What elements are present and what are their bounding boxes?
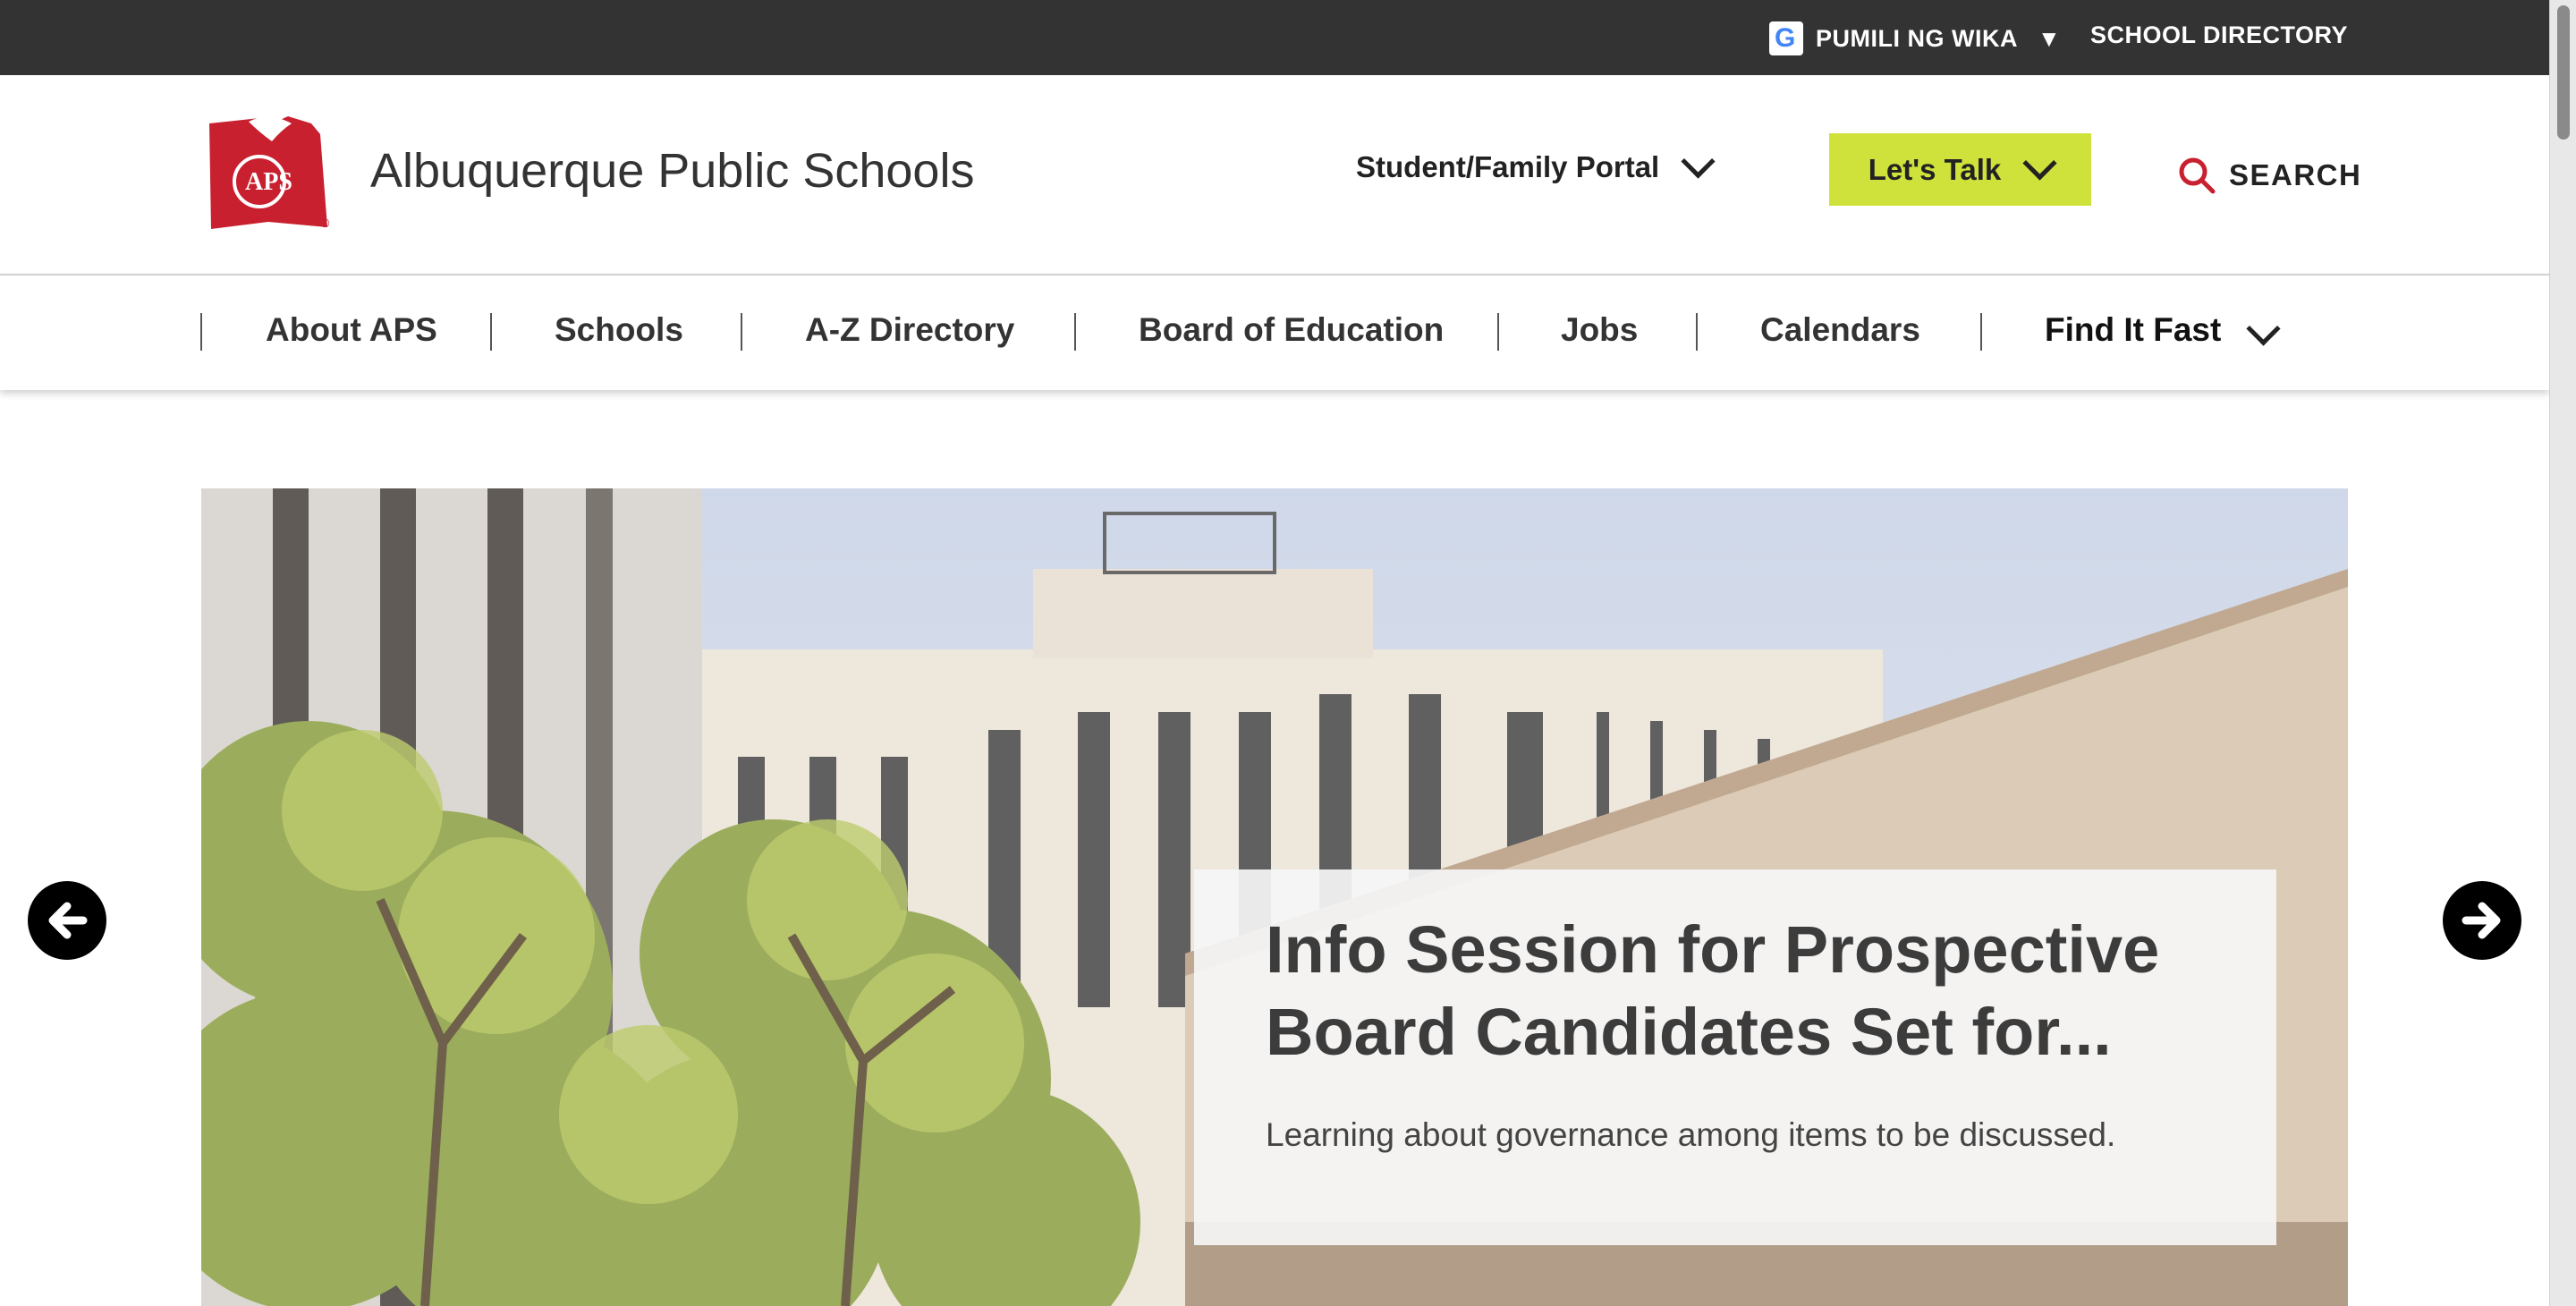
nav-separator <box>1696 313 1698 351</box>
nav-a-z-directory[interactable]: A-Z Directory <box>805 311 1014 349</box>
search-icon <box>2179 157 2216 194</box>
nav-separator <box>1497 313 1499 351</box>
portal-dropdown[interactable]: Student/Family Portal <box>1356 143 1716 184</box>
nav-separator <box>490 313 492 351</box>
nav-calendars[interactable]: Calendars <box>1760 311 1920 349</box>
arrow-right-icon <box>2462 902 2501 939</box>
nav-separator <box>200 313 202 351</box>
nav-about-aps[interactable]: About APS <box>266 311 437 349</box>
nav-separator <box>1074 313 1076 351</box>
nav-board-of-education[interactable]: Board of Education <box>1139 311 1444 349</box>
svg-text:®: ® <box>320 216 330 230</box>
utility-bar: G PUMILI NG WIKA ▼ SCHOOL DIRECTORY <box>0 0 2549 75</box>
previous-slide-button[interactable] <box>28 881 106 960</box>
scrollbar-thumb[interactable] <box>2557 5 2570 140</box>
main-nav: About APS Schools A-Z Directory Board of… <box>0 276 2549 390</box>
search-label: SEARCH <box>2229 158 2362 191</box>
chevron-down-icon <box>2246 311 2281 346</box>
language-selector[interactable]: G PUMILI NG WIKA ▼ <box>1769 21 2061 55</box>
language-label: PUMILI NG WIKA <box>1816 24 2018 52</box>
google-translate-icon: G <box>1769 21 1803 55</box>
search-button[interactable]: SEARCH <box>2177 156 2361 195</box>
nav-find-it-fast[interactable]: Find It Fast <box>2045 311 2281 349</box>
page-scrollbar[interactable] <box>2549 0 2576 1306</box>
lets-talk-label: Let's Talk <box>1868 152 2002 186</box>
find-it-fast-label: Find It Fast <box>2045 311 2222 348</box>
nav-separator <box>1980 313 1982 351</box>
nav-separator <box>741 313 742 351</box>
nav-jobs[interactable]: Jobs <box>1561 311 1638 349</box>
hero-title[interactable]: Info Session for Prospective Board Candi… <box>1266 909 2232 1073</box>
hero-caption: Info Session for Prospective Board Candi… <box>1194 869 2276 1245</box>
caret-down-icon: ▼ <box>2037 24 2061 52</box>
hero-description: Learning about governance among items to… <box>1266 1116 2116 1153</box>
logo-text: APS <box>245 168 292 196</box>
nav-schools[interactable]: Schools <box>555 311 683 349</box>
lets-talk-button[interactable]: Let's Talk <box>1829 133 2091 206</box>
chevron-down-icon <box>2022 146 2057 181</box>
next-slide-button[interactable] <box>2443 881 2521 960</box>
school-directory-link[interactable]: SCHOOL DIRECTORY <box>2090 21 2348 49</box>
aps-logo[interactable]: APS ® <box>206 114 333 231</box>
portal-label: Student/Family Portal <box>1356 150 1660 183</box>
site-title[interactable]: Albuquerque Public Schools <box>370 143 974 199</box>
arrow-left-icon <box>48 902 88 939</box>
